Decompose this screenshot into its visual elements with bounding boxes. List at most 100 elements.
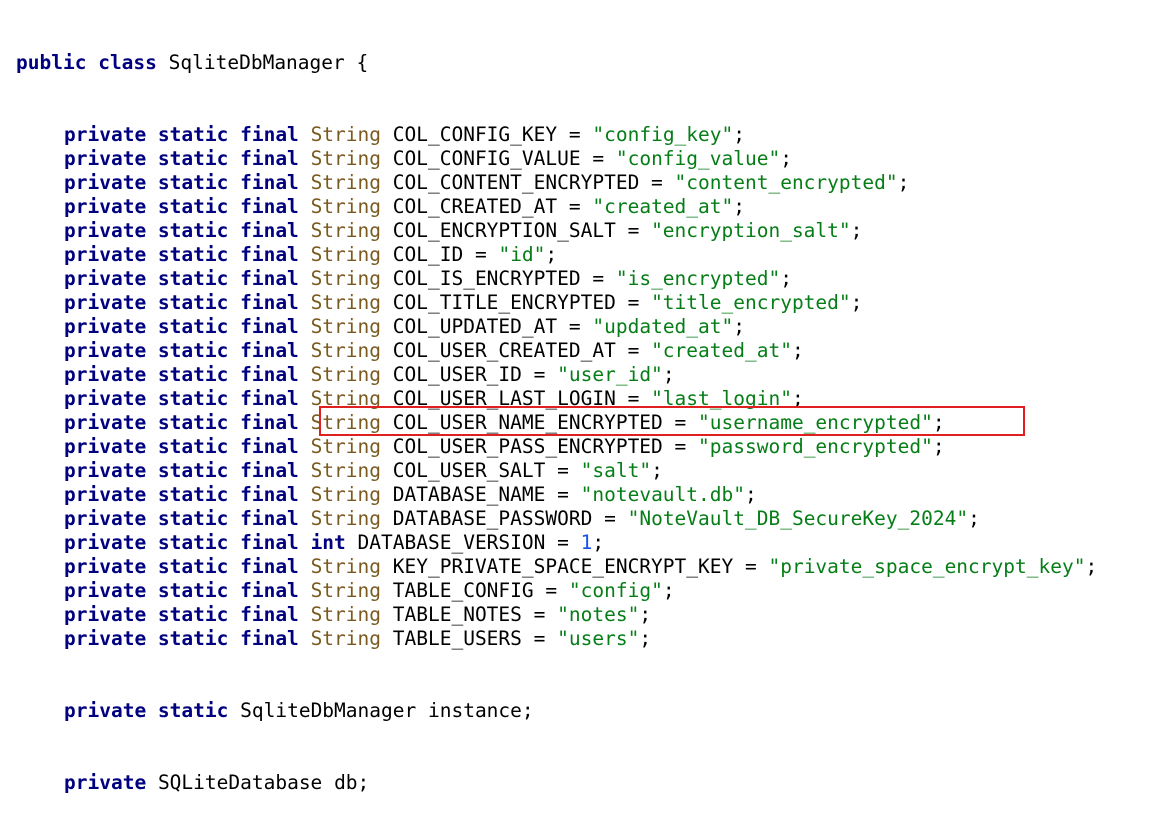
field-line: private static final String COL_TITLE_EN… <box>16 291 1097 315</box>
field-type: String <box>310 171 382 194</box>
field-line: private static final String KEY_PRIVATE_… <box>16 555 1097 579</box>
field-modifiers: private static final <box>64 459 299 482</box>
equals-sign: = <box>557 195 593 218</box>
field-type: String <box>310 291 382 314</box>
equals-sign: = <box>533 579 569 602</box>
field-type: String <box>310 339 382 362</box>
field-type: String <box>310 243 382 266</box>
field-name: TABLE_NOTES <box>392 603 522 626</box>
string-literal: "last_login" <box>651 387 792 410</box>
field-line: private static final int DATABASE_VERSIO… <box>16 531 1097 555</box>
semicolon: ; <box>733 123 746 146</box>
string-literal: "is_encrypted" <box>615 267 781 290</box>
field-name: TABLE_CONFIG <box>392 579 534 602</box>
string-literal: "encryption_salt" <box>651 219 851 242</box>
open-brace: { <box>356 51 369 74</box>
equals-sign: = <box>615 219 652 242</box>
semicolon: ; <box>357 771 370 794</box>
equals-sign: = <box>733 555 769 578</box>
field-modifiers: private static final <box>64 315 299 338</box>
field-type: String <box>310 627 382 650</box>
semicolon: ; <box>662 579 675 602</box>
field-type: int <box>310 531 346 554</box>
keyword-public: public <box>16 51 87 74</box>
code-editor[interactable]: public class SqliteDbManager { private s… <box>16 3 1097 819</box>
field-modifiers: private static final <box>64 363 299 386</box>
semicolon: ; <box>780 147 792 170</box>
field-line: private static final String COL_USER_PAS… <box>16 435 1097 459</box>
semicolon: ; <box>780 267 792 290</box>
field-modifiers: private static final <box>64 603 299 626</box>
field-type: String <box>310 387 382 410</box>
field-line: private static final String COL_ID = "id… <box>16 243 1097 267</box>
field-line: private static final String DATABASE_NAM… <box>16 483 1097 507</box>
field-name: DATABASE_NAME <box>392 483 546 506</box>
field-name: COL_IS_ENCRYPTED <box>392 267 581 290</box>
equals-sign: = <box>639 171 675 194</box>
string-literal: "notes" <box>557 603 640 626</box>
equals-sign: = <box>545 531 581 554</box>
string-literal: "config_value" <box>615 147 781 170</box>
field-name: COL_USER_SALT <box>392 459 546 482</box>
equals-sign: = <box>580 267 616 290</box>
field-name: COL_ID <box>392 243 464 266</box>
instance-field-line: private static SqliteDbManager instance; <box>16 699 1097 723</box>
field-line: private static final String COL_CONTENT_… <box>16 171 1097 195</box>
field-name: COL_USER_PASS_ENCRYPTED <box>392 435 663 458</box>
field-name: COL_CONTENT_ENCRYPTED <box>392 171 640 194</box>
class-declaration-line: public class SqliteDbManager { <box>16 51 1097 75</box>
equals-sign: = <box>521 603 558 626</box>
string-literal: "content_encrypted" <box>674 171 898 194</box>
field-type: String <box>310 267 382 290</box>
equals-sign: = <box>521 363 558 386</box>
field-line: private static final String COL_USER_LAS… <box>16 387 1097 411</box>
field-line: private static final String COL_USER_ID … <box>16 363 1097 387</box>
field-line-highlighted: private static final String DATABASE_PAS… <box>16 507 1097 531</box>
field-name: COL_TITLE_ENCRYPTED <box>392 291 616 314</box>
semicolon: ; <box>733 315 746 338</box>
equals-sign: = <box>463 243 499 266</box>
field-modifiers: private static final <box>64 219 299 242</box>
equals-sign: = <box>615 339 652 362</box>
semicolon: ; <box>662 363 675 386</box>
equals-sign: = <box>545 483 581 506</box>
field-type: String <box>310 603 382 626</box>
field-name: COL_ENCRYPTION_SALT <box>392 219 616 242</box>
field-modifiers: private static final <box>64 243 299 266</box>
field-name: DATABASE_VERSION <box>357 531 546 554</box>
field-line: private static final String COL_USER_CRE… <box>16 339 1097 363</box>
field-type: String <box>310 363 382 386</box>
string-literal: "created_at" <box>651 339 792 362</box>
semicolon: ; <box>791 387 804 410</box>
string-literal: "id" <box>498 243 546 266</box>
field-modifiers: private static final <box>64 267 299 290</box>
field-modifiers: private static final <box>64 579 299 602</box>
semicolon: ; <box>897 171 910 194</box>
class-name: SqliteDbManager <box>168 51 345 74</box>
field-modifiers: private static final <box>64 387 299 410</box>
equals-sign: = <box>557 315 593 338</box>
keyword-class: class <box>98 51 157 74</box>
semicolon: ; <box>850 291 863 314</box>
string-literal: "title_encrypted" <box>651 291 851 314</box>
string-literal: "users" <box>557 627 640 650</box>
field-type: String <box>310 123 382 146</box>
field-name: DATABASE_PASSWORD <box>392 507 593 530</box>
field-line: private static final String COL_CONFIG_K… <box>16 123 1097 147</box>
field-type: String <box>310 555 382 578</box>
field-modifiers: private static final <box>64 147 299 170</box>
field-line: private static final String COL_UPDATED_… <box>16 315 1097 339</box>
db-field-line: private SQLiteDatabase db; <box>16 771 1097 795</box>
equals-sign: = <box>662 435 699 458</box>
semicolon: ; <box>791 339 804 362</box>
field-name: instance <box>427 699 522 722</box>
equals-sign: = <box>615 291 652 314</box>
semicolon: ; <box>545 243 558 266</box>
semicolon: ; <box>850 219 863 242</box>
field-line: private static final String TABLE_NOTES … <box>16 603 1097 627</box>
string-literal: "salt" <box>580 459 652 482</box>
field-name: COL_UPDATED_AT <box>392 315 558 338</box>
field-modifiers: private static final <box>64 123 299 146</box>
field-name: COL_USER_LAST_LOGIN <box>392 387 616 410</box>
field-name: COL_CREATED_AT <box>392 195 558 218</box>
